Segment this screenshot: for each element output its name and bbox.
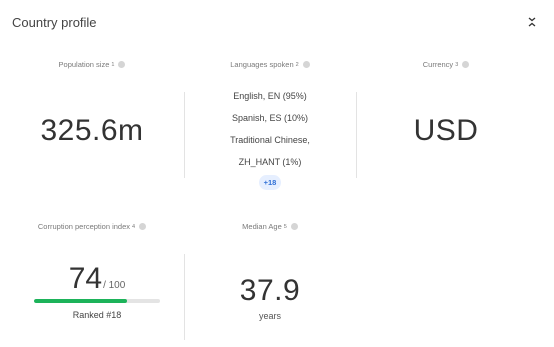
population-value: 325.6m <box>40 114 144 147</box>
corruption-progress-bar <box>34 299 160 303</box>
card-title: Country profile <box>12 14 97 30</box>
corruption-section: Corruption perception index 4 <box>0 216 184 234</box>
language-item: English, EN (95%) <box>233 91 307 101</box>
chevron-collapse-icon <box>528 17 536 27</box>
language-item: ZH_HANT (1%) <box>238 157 302 167</box>
currency-label: Currency 3 <box>423 60 470 69</box>
corruption-score-value: 74 <box>68 262 103 295</box>
median-age-block: 37.9 years <box>184 274 356 321</box>
median-age-label: Median Age 5 <box>242 222 298 231</box>
info-icon[interactable] <box>462 61 470 68</box>
info-icon[interactable] <box>302 61 310 68</box>
info-icon[interactable] <box>139 223 147 230</box>
corruption-progress-fill <box>34 299 128 303</box>
population-label: Population size 1 <box>59 60 126 69</box>
language-item: Traditional Chinese, <box>230 135 310 145</box>
language-item: Spanish, ES (10%) <box>231 113 309 123</box>
more-languages-button[interactable]: +18 <box>258 175 282 190</box>
collapse-button[interactable] <box>524 14 540 30</box>
median-age-unit: years <box>258 311 281 321</box>
corruption-score-block: 74 / 100 Ranked #18 <box>0 262 194 320</box>
corruption-score: 74 / 100 <box>0 262 194 296</box>
languages-list: English, EN (95%) Spanish, ES (10%) Trad… <box>184 85 356 190</box>
info-icon[interactable] <box>118 61 126 68</box>
currency-section: Currency 3 <box>356 54 536 72</box>
card-header: Country profile <box>12 12 542 32</box>
corruption-rank: Ranked #18 <box>72 310 122 320</box>
corruption-label: Corruption perception index 4 <box>38 222 147 231</box>
median-age-section: Median Age 5 <box>184 216 356 234</box>
languages-section: Languages spoken 2 English, EN (95%) Span… <box>184 54 356 190</box>
info-icon[interactable] <box>290 223 298 230</box>
median-age-value: 37.9 <box>239 274 301 307</box>
corruption-score-max: / 100 <box>103 280 126 291</box>
currency-value: USD <box>413 114 479 147</box>
population-section: Population size 1 <box>0 54 184 72</box>
languages-label: Languages spoken 2 <box>230 60 310 69</box>
